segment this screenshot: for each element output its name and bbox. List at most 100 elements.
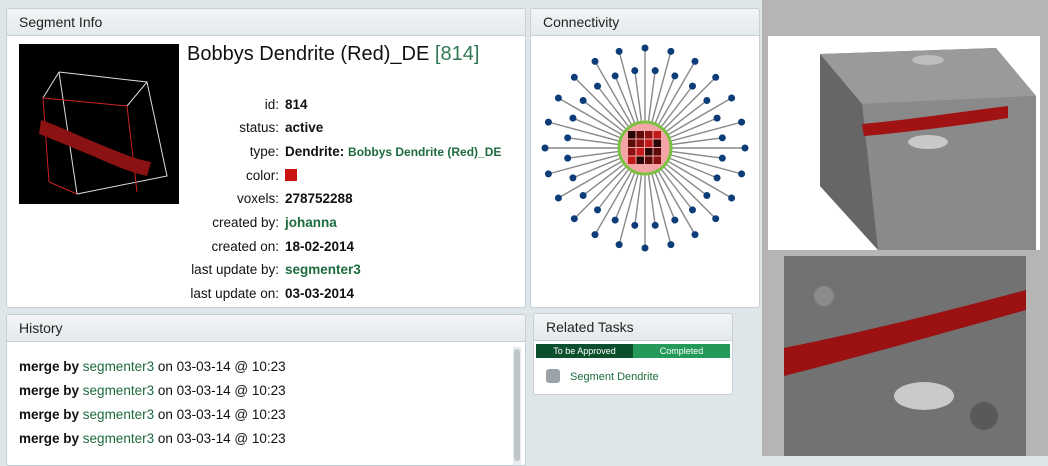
2d-slice-view[interactable] xyxy=(784,256,1026,456)
graph-node xyxy=(611,216,619,224)
graph-node xyxy=(703,191,711,199)
graph-node xyxy=(713,114,721,122)
3d-volume-view[interactable] xyxy=(768,36,1040,250)
graph-node xyxy=(713,174,721,182)
connectivity-matrix-cell xyxy=(653,131,661,139)
graph-node xyxy=(611,72,619,80)
info-row-created-by: created by: johanna xyxy=(7,213,337,233)
created-on-label: created on: xyxy=(211,239,279,254)
connectivity-header: Connectivity xyxy=(531,9,759,36)
info-row-last-update-on: last update on: 03-03-2014 xyxy=(7,284,354,304)
tab-to-be-approved[interactable]: To be Approved xyxy=(536,344,633,358)
last-update-on-value: 03-03-2014 xyxy=(285,286,355,301)
connectivity-matrix-cell xyxy=(636,139,644,147)
created-by-link[interactable]: johanna xyxy=(285,213,337,233)
connectivity-matrix-cell xyxy=(645,139,653,147)
last-update-by-label: last update by: xyxy=(191,262,279,277)
graph-node xyxy=(651,67,659,75)
info-row-voxels: voxels: 278752288 xyxy=(7,189,353,209)
graph-node xyxy=(738,170,746,178)
connectivity-matrix-cell xyxy=(628,156,636,164)
connectivity-graph[interactable] xyxy=(531,36,759,306)
history-user-link[interactable]: segmenter3 xyxy=(83,431,154,446)
history-action: merge by xyxy=(19,359,80,374)
connectivity-matrix-cell xyxy=(645,148,653,156)
type-link[interactable]: Bobbys Dendrite (Red)_DE xyxy=(348,145,501,159)
info-row-status: status: active xyxy=(7,118,323,138)
connectivity-matrix-cell xyxy=(636,156,644,164)
last-update-by-link[interactable]: segmenter3 xyxy=(285,260,361,280)
voxels-label: voxels: xyxy=(236,191,279,206)
graph-node xyxy=(641,244,649,252)
graph-node xyxy=(594,206,602,214)
graph-node xyxy=(554,194,562,202)
created-on-value: 18-02-2014 xyxy=(285,239,355,254)
task-status-icon xyxy=(546,369,560,383)
connectivity-matrix-cell xyxy=(653,156,661,164)
task-item[interactable]: Segment Dendrite xyxy=(546,369,659,383)
graph-node xyxy=(741,144,749,152)
history-panel: History merge by segmenter3 on 03-03-14 … xyxy=(6,314,526,466)
history-user-link[interactable]: segmenter3 xyxy=(83,383,154,398)
segment-name: Bobbys Dendrite (Red)_DE xyxy=(187,43,430,65)
connectivity-panel: Connectivity xyxy=(530,8,760,308)
history-scrollbar-thumb[interactable] xyxy=(514,349,520,461)
tab-completed[interactable]: Completed xyxy=(633,344,730,358)
graph-node xyxy=(641,44,649,52)
graph-node xyxy=(651,221,659,229)
graph-node xyxy=(738,118,746,126)
connectivity-matrix-cell xyxy=(628,131,636,139)
connectivity-matrix-cell xyxy=(645,156,653,164)
connectivity-matrix-cell xyxy=(628,139,636,147)
related-tasks-header: Related Tasks xyxy=(534,314,732,341)
history-scrollbar[interactable] xyxy=(513,347,521,465)
segment-id-link[interactable]: 814 xyxy=(440,43,473,65)
graph-node xyxy=(615,47,623,55)
graph-node xyxy=(564,134,572,142)
history-time: on 03-03-14 @ 10:23 xyxy=(157,431,286,446)
graph-node xyxy=(728,94,736,102)
status-label: status: xyxy=(239,120,279,135)
color-swatch[interactable] xyxy=(285,169,297,181)
info-row-id: id: 814 xyxy=(7,95,308,115)
status-value: active xyxy=(285,120,324,135)
history-user-link[interactable]: segmenter3 xyxy=(83,407,154,422)
graph-node xyxy=(712,215,720,223)
connectivity-matrix-cell xyxy=(645,131,653,139)
graph-node xyxy=(569,114,577,122)
graph-node xyxy=(570,73,578,81)
type-kind: Dendrite: xyxy=(285,144,345,159)
history-action: merge by xyxy=(19,407,80,422)
graph-node xyxy=(691,231,699,239)
graph-node xyxy=(579,97,587,105)
segment-title: Bobbys Dendrite (Red)_DE [814] xyxy=(187,43,479,66)
created-by-label: created by: xyxy=(212,215,279,230)
related-tasks-tabs: To be Approved Completed xyxy=(536,344,730,358)
graph-node xyxy=(688,206,696,214)
color-label: color: xyxy=(245,168,279,183)
graph-node xyxy=(631,67,639,75)
info-row-color: color: xyxy=(7,166,297,186)
segment-info-panel: Segment Info Bobbys Dendrite (Red)_DE [8… xyxy=(6,8,526,308)
graph-node xyxy=(667,47,675,55)
graph-node xyxy=(570,215,578,223)
history-entry: merge by segmenter3 on 03-03-14 @ 10:23 xyxy=(19,431,286,446)
connectivity-matrix-cell xyxy=(636,131,644,139)
history-entry: merge by segmenter3 on 03-03-14 @ 10:23 xyxy=(19,407,286,422)
graph-node xyxy=(615,241,623,249)
graph-node xyxy=(631,221,639,229)
segment-id-close-bracket: ] xyxy=(473,43,480,65)
related-tasks-panel: Related Tasks To be Approved Completed S… xyxy=(533,313,733,395)
info-row-type: type: Dendrite: Bobbys Dendrite (Red)_DE xyxy=(7,142,502,162)
id-value: 814 xyxy=(285,97,308,112)
graph-node xyxy=(591,231,599,239)
history-entry: merge by segmenter3 on 03-03-14 @ 10:23 xyxy=(19,359,286,374)
voxels-value: 278752288 xyxy=(285,191,353,206)
graph-node xyxy=(579,191,587,199)
history-user-link[interactable]: segmenter3 xyxy=(83,359,154,374)
graph-node xyxy=(569,174,577,182)
type-label: type: xyxy=(249,144,279,159)
type-value: Dendrite: Bobbys Dendrite (Red)_DE xyxy=(285,142,501,162)
id-label: id: xyxy=(264,97,279,112)
segment-info-header: Segment Info xyxy=(7,9,525,36)
